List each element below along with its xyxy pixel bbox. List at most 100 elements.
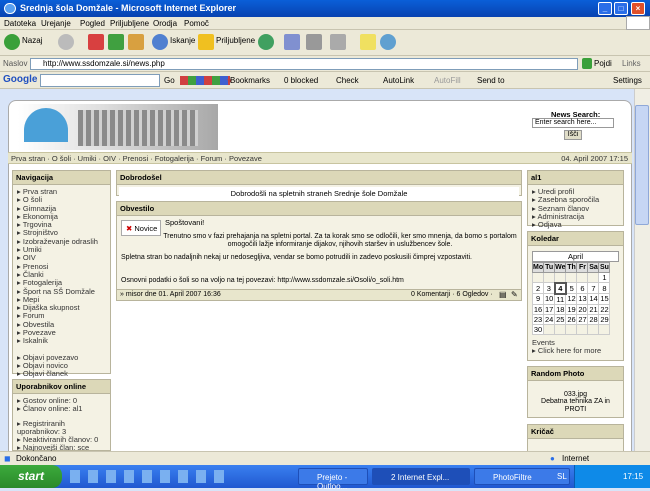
back-arrow-icon[interactable] <box>4 34 20 50</box>
nav-item-18[interactable]: ▸ Iskalnik <box>17 337 106 346</box>
menu-view[interactable]: Pogled <box>80 19 105 28</box>
search-icon[interactable] <box>152 34 168 50</box>
calendar-day[interactable]: 3 <box>543 282 556 294</box>
search-button[interactable]: Iskanje <box>170 36 195 45</box>
back-button[interactable]: Nazaj <box>22 36 42 45</box>
calendar-day[interactable]: 13 <box>576 293 589 305</box>
mail-icon[interactable] <box>284 34 300 50</box>
edit-pencil-icon[interactable]: ✎ <box>511 290 518 299</box>
favorites-star-icon[interactable] <box>198 34 214 50</box>
calendar-day[interactable]: 9 <box>531 293 545 305</box>
news-title: Obvestilo <box>117 202 521 216</box>
calendar-day[interactable]: 4 <box>553 281 568 295</box>
calendar-day[interactable]: 20 <box>576 303 589 315</box>
calendar-day[interactable]: 24 <box>543 313 556 325</box>
refresh-icon[interactable] <box>108 34 124 50</box>
calendar-day[interactable]: 17 <box>543 303 556 315</box>
calendar-day[interactable]: 16 <box>531 303 545 315</box>
print-icon[interactable]: ▤ <box>499 290 507 299</box>
links-button[interactable]: Links <box>622 59 641 68</box>
calendar-day[interactable]: 15 <box>598 293 611 305</box>
taskbar-outlook[interactable]: Prejeto - Outloo... <box>298 468 368 491</box>
calendar-day[interactable]: 23 <box>531 313 545 325</box>
print-icon[interactable] <box>306 34 322 50</box>
calendar-day <box>576 272 589 283</box>
history-icon[interactable] <box>258 34 274 50</box>
calendar-day <box>531 272 545 283</box>
random-photo-file[interactable]: 033.jpg <box>528 381 623 398</box>
google-logo: Google <box>3 74 38 85</box>
bookmarks-button[interactable]: Bookmarks <box>230 76 270 85</box>
google-go-button[interactable]: Go <box>164 76 175 85</box>
calendar-day[interactable]: 12 <box>565 293 578 305</box>
calendar-day[interactable]: 29 <box>598 313 611 325</box>
autolink-button[interactable]: AutoLink <box>383 76 414 85</box>
minimize-button[interactable]: _ <box>598 2 612 15</box>
calendar-day[interactable]: 8 <box>598 282 611 294</box>
menu-edit[interactable]: Urejanje <box>41 19 71 28</box>
calendar-day[interactable]: 27 <box>576 313 589 325</box>
calendar-day[interactable]: 22 <box>598 303 611 315</box>
site-nav-links[interactable]: Prva stran · O šoli · Umiki · OIV · Pren… <box>11 154 262 163</box>
news-stats[interactable]: 0 Komentarji · 6 Ogledov · <box>411 291 493 298</box>
spellcheck-button[interactable]: Check <box>336 76 359 85</box>
members-online: ▸ Članov online: al1 <box>17 404 83 414</box>
windows-logo-icon <box>626 16 650 30</box>
go-button[interactable]: Pojdi <box>594 59 612 68</box>
user-menu-item-4[interactable]: ▸ Odjava <box>532 220 619 229</box>
shoutbox-title: Kričač <box>528 425 623 439</box>
calendar-day[interactable]: 6 <box>576 282 589 294</box>
calendar-day[interactable]: 30 <box>531 323 545 335</box>
news-search-input[interactable]: Enter search here... <box>532 118 614 128</box>
calendar-day[interactable]: 19 <box>565 303 578 315</box>
calendar-day[interactable]: 10 <box>543 293 556 305</box>
address-input[interactable]: http://www.ssdomzale.si/news.php <box>30 58 578 70</box>
favorites-button[interactable]: Priljubljene <box>216 36 255 45</box>
language-indicator[interactable]: SL <box>557 472 567 481</box>
taskbar-photofiltre[interactable]: PhotoFiltre <box>474 468 570 485</box>
clock: 17:15 <box>623 472 644 481</box>
close-button[interactable]: × <box>631 2 645 15</box>
calendar-day[interactable]: 7 <box>587 282 600 294</box>
scrollbar-thumb[interactable] <box>635 105 649 225</box>
google-search-input[interactable] <box>40 74 160 87</box>
users-online-panel: Uporabnikov online ▸ Gostov online: 0 ▸ … <box>12 379 111 452</box>
menu-file[interactable]: Datoteka <box>4 19 36 28</box>
news-paragraph-3[interactable]: Osnovni podatki o šoli so na voljo na te… <box>121 277 519 284</box>
quick-launch-icons[interactable] <box>70 470 230 483</box>
calendar-day[interactable]: 5 <box>565 282 578 294</box>
news-search-button[interactable]: Išči <box>564 130 582 140</box>
calendar-day[interactable]: 14 <box>587 293 600 305</box>
calendar-day[interactable]: 18 <box>554 303 567 315</box>
stop-icon[interactable] <box>88 34 104 50</box>
settings-button[interactable]: Settings <box>613 76 642 85</box>
calendar-day[interactable]: 25 <box>554 313 567 325</box>
edit-icon[interactable] <box>330 34 346 50</box>
send-to-button[interactable]: Send to <box>477 76 505 85</box>
popup-blocked-button[interactable]: 0 blocked <box>284 76 318 85</box>
google-tools-icons[interactable] <box>180 76 230 85</box>
calendar-day[interactable]: 21 <box>587 303 600 315</box>
discuss-icon[interactable] <box>360 34 376 50</box>
events-link[interactable]: ▸ Click here for more <box>532 346 619 355</box>
calendar-day[interactable]: 11 <box>554 293 567 305</box>
messenger-icon[interactable] <box>380 34 396 50</box>
calendar-day[interactable]: 28 <box>587 313 600 325</box>
autofill-button[interactable]: AutoFill <box>434 76 461 85</box>
menu-help[interactable]: Pomoč <box>184 19 209 28</box>
news-paragraph-1: Trenutno smo v fazi prehajanja na spletn… <box>163 233 517 248</box>
start-button[interactable]: start <box>0 465 62 488</box>
calendar-day[interactable]: 1 <box>598 272 611 283</box>
site-header-banner <box>18 104 218 150</box>
calendar-day[interactable]: 26 <box>565 313 578 325</box>
forward-arrow-icon[interactable] <box>58 34 74 50</box>
go-arrow-icon[interactable] <box>582 58 592 69</box>
calendar-day <box>565 272 578 283</box>
home-icon[interactable] <box>128 34 144 50</box>
menu-tools[interactable]: Orodja <box>153 19 177 28</box>
taskbar: start Prejeto - Outloo... 2 Internet Exp… <box>0 465 650 491</box>
maximize-button[interactable]: □ <box>614 2 628 15</box>
calendar-day[interactable]: 2 <box>531 282 545 294</box>
menu-favorites[interactable]: Priljubljene <box>110 19 149 28</box>
taskbar-ie[interactable]: 2 Internet Expl... <box>372 468 470 485</box>
